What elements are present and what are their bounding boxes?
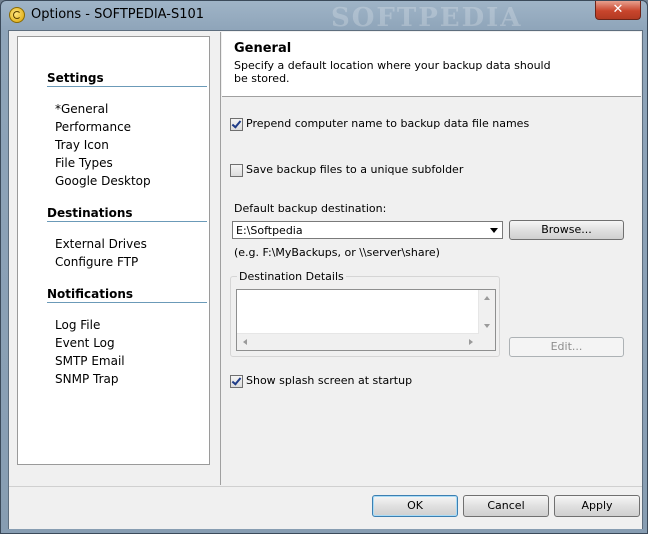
nav-section-settings: Settings (47, 71, 104, 85)
ok-button-label: OK (407, 499, 423, 512)
default-destination-combo[interactable]: E:\Softpedia (232, 221, 503, 239)
splash-screen-checkbox[interactable] (230, 375, 243, 388)
nav-item-log-file[interactable]: Log File (55, 318, 100, 332)
prepend-computer-name-checkbox[interactable] (230, 118, 243, 131)
chevron-down-icon[interactable] (490, 228, 498, 233)
splash-screen-label[interactable]: Show splash screen at startup (246, 374, 412, 387)
navigation-panel: Settings *General Performance Tray Icon … (10, 32, 221, 485)
browse-button[interactable]: Browse... (509, 220, 624, 240)
browse-button-label: Browse... (541, 223, 592, 236)
nav-item-general[interactable]: *General (55, 102, 108, 116)
nav-section-notifications: Notifications (47, 287, 134, 301)
window-title: Options - SOFTPEDIA-S101 (31, 7, 205, 22)
softpedia-watermark: SOFTPEDIA (331, 3, 523, 33)
nav-item-performance[interactable]: Performance (55, 120, 131, 134)
nav-item-snmp-trap[interactable]: SNMP Trap (55, 372, 118, 386)
options-window: SOFTPEDIA Options - SOFTPEDIA-S101 ✕ Set… (0, 0, 648, 534)
destination-details-label: Destination Details (237, 270, 346, 283)
dialog-footer: OK Cancel Apply (9, 486, 642, 529)
content-panel: General Specify a default location where… (222, 32, 641, 485)
edit-button[interactable]: Edit... (509, 337, 624, 357)
dialog-client-area: Settings *General Performance Tray Icon … (8, 30, 643, 529)
close-icon: ✕ (612, 2, 624, 17)
nav-item-smtp-email[interactable]: SMTP Email (55, 354, 125, 368)
apply-button[interactable]: Apply (554, 495, 640, 517)
edit-button-label: Edit... (550, 340, 583, 353)
scroll-left-arrow-icon[interactable] (243, 339, 247, 345)
title-bar[interactable]: SOFTPEDIA Options - SOFTPEDIA-S101 ✕ (1, 1, 647, 33)
nav-item-event-log[interactable]: Event Log (55, 336, 115, 350)
scrollbar-corner (479, 334, 495, 350)
default-destination-label: Default backup destination: (234, 202, 387, 215)
close-button[interactable]: ✕ (595, 1, 641, 20)
destination-details-group: Destination Details (230, 270, 500, 357)
destination-example-hint: (e.g. F:\MyBackups, or \\server\share) (234, 246, 440, 259)
destination-details-list[interactable] (236, 289, 496, 351)
nav-divider (47, 86, 207, 87)
vertical-scrollbar[interactable] (478, 290, 495, 334)
page-header: General Specify a default location where… (222, 32, 641, 97)
nav-item-configure-ftp[interactable]: Configure FTP (55, 255, 138, 269)
page-title: General (234, 41, 292, 56)
page-description: Specify a default location where your ba… (234, 59, 551, 85)
nav-item-file-types[interactable]: File Types (55, 156, 113, 170)
nav-item-external-drives[interactable]: External Drives (55, 237, 147, 251)
scroll-down-arrow-icon[interactable] (484, 324, 490, 328)
nav-divider (47, 302, 207, 303)
scroll-right-arrow-icon[interactable] (469, 339, 473, 345)
apply-button-label: Apply (581, 499, 613, 512)
cancel-button[interactable]: Cancel (463, 495, 549, 517)
horizontal-scrollbar[interactable] (237, 333, 479, 350)
nav-section-destinations: Destinations (47, 206, 133, 220)
unique-subfolder-label[interactable]: Save backup files to a unique subfolder (246, 163, 463, 176)
cancel-button-label: Cancel (487, 499, 525, 512)
navigation-tree: Settings *General Performance Tray Icon … (17, 36, 210, 465)
scroll-up-arrow-icon[interactable] (484, 296, 490, 300)
unique-subfolder-checkbox[interactable] (230, 164, 243, 177)
nav-divider (47, 221, 207, 222)
ok-button[interactable]: OK (372, 495, 458, 517)
prepend-computer-name-label[interactable]: Prepend computer name to backup data fil… (246, 117, 529, 130)
nav-item-google-desktop[interactable]: Google Desktop (55, 174, 151, 188)
default-destination-value[interactable]: E:\Softpedia (236, 224, 303, 237)
app-icon[interactable] (9, 7, 25, 23)
nav-item-tray-icon[interactable]: Tray Icon (55, 138, 109, 152)
